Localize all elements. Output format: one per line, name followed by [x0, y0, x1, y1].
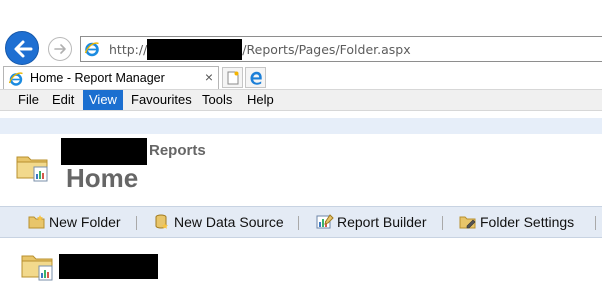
report-builder-button[interactable]: Report Builder: [316, 207, 436, 237]
tab-home[interactable]: Home - Report Manager ×: [3, 66, 219, 89]
menu-help[interactable]: Help: [241, 90, 280, 110]
new-folder-label: New Folder: [49, 214, 121, 230]
tab-title: Home - Report Manager: [30, 71, 165, 85]
address-field[interactable]: http:// /Reports/Pages/Folder.aspx: [80, 36, 602, 62]
address-text: http:// /Reports/Pages/Folder.aspx: [109, 39, 411, 60]
address-scheme: http://: [109, 42, 148, 57]
tab-strip: Home - Report Manager ×: [0, 66, 602, 89]
menu-tools[interactable]: Tools: [196, 90, 238, 110]
page-title: Home: [66, 163, 139, 193]
folder-settings-icon: [459, 216, 476, 229]
toolbar-divider: [442, 216, 443, 230]
redacted-host: [147, 39, 243, 60]
open-in-edge-button[interactable]: [245, 67, 266, 88]
close-icon[interactable]: ×: [205, 69, 213, 85]
menu-bar: File Edit View Favourites Tools Help: [0, 89, 602, 111]
forward-button[interactable]: [48, 37, 72, 61]
folder-settings-label: Folder Settings: [480, 214, 575, 230]
folder-settings-button[interactable]: Folder Settings: [459, 207, 584, 237]
data-source-icon: [155, 214, 168, 229]
redacted-folder-name[interactable]: [59, 254, 158, 279]
folder-icon: [16, 156, 48, 182]
menu-edit[interactable]: Edit: [46, 90, 80, 110]
report-builder-icon: [316, 214, 334, 229]
new-tab-button[interactable]: [222, 67, 243, 88]
ie-logo-icon: [84, 42, 99, 57]
arrow-right-icon: [54, 44, 66, 54]
back-button[interactable]: [5, 31, 39, 65]
folder-icon[interactable]: [21, 250, 55, 282]
breadcrumb[interactable]: Reports: [149, 142, 206, 159]
page-header-strip: [0, 118, 602, 134]
new-folder-button[interactable]: New Folder: [28, 207, 128, 237]
toolbar-divider: [595, 216, 596, 230]
address-bar-row: http:// /Reports/Pages/Folder.aspx: [0, 28, 602, 66]
new-data-source-button[interactable]: New Data Source: [153, 207, 293, 237]
new-folder-icon: [28, 215, 45, 229]
edge-logo-icon: [250, 71, 262, 85]
report-builder-label: Report Builder: [337, 214, 427, 230]
toolbar-divider: [136, 216, 137, 230]
new-data-source-label: New Data Source: [174, 214, 284, 230]
arrow-left-icon: [14, 40, 33, 58]
menu-view[interactable]: View: [83, 90, 123, 110]
menu-favourites[interactable]: Favourites: [125, 90, 198, 110]
menu-file[interactable]: File: [12, 90, 45, 110]
toolbar-divider: [298, 216, 299, 230]
folder-toolbar: New Folder New Data Source Report Builde…: [0, 206, 602, 238]
ie-page-icon: [8, 72, 23, 86]
new-tab-icon: [227, 71, 239, 85]
address-path: /Reports/Pages/Folder.aspx: [242, 42, 411, 57]
redacted-site-name: [61, 138, 147, 165]
